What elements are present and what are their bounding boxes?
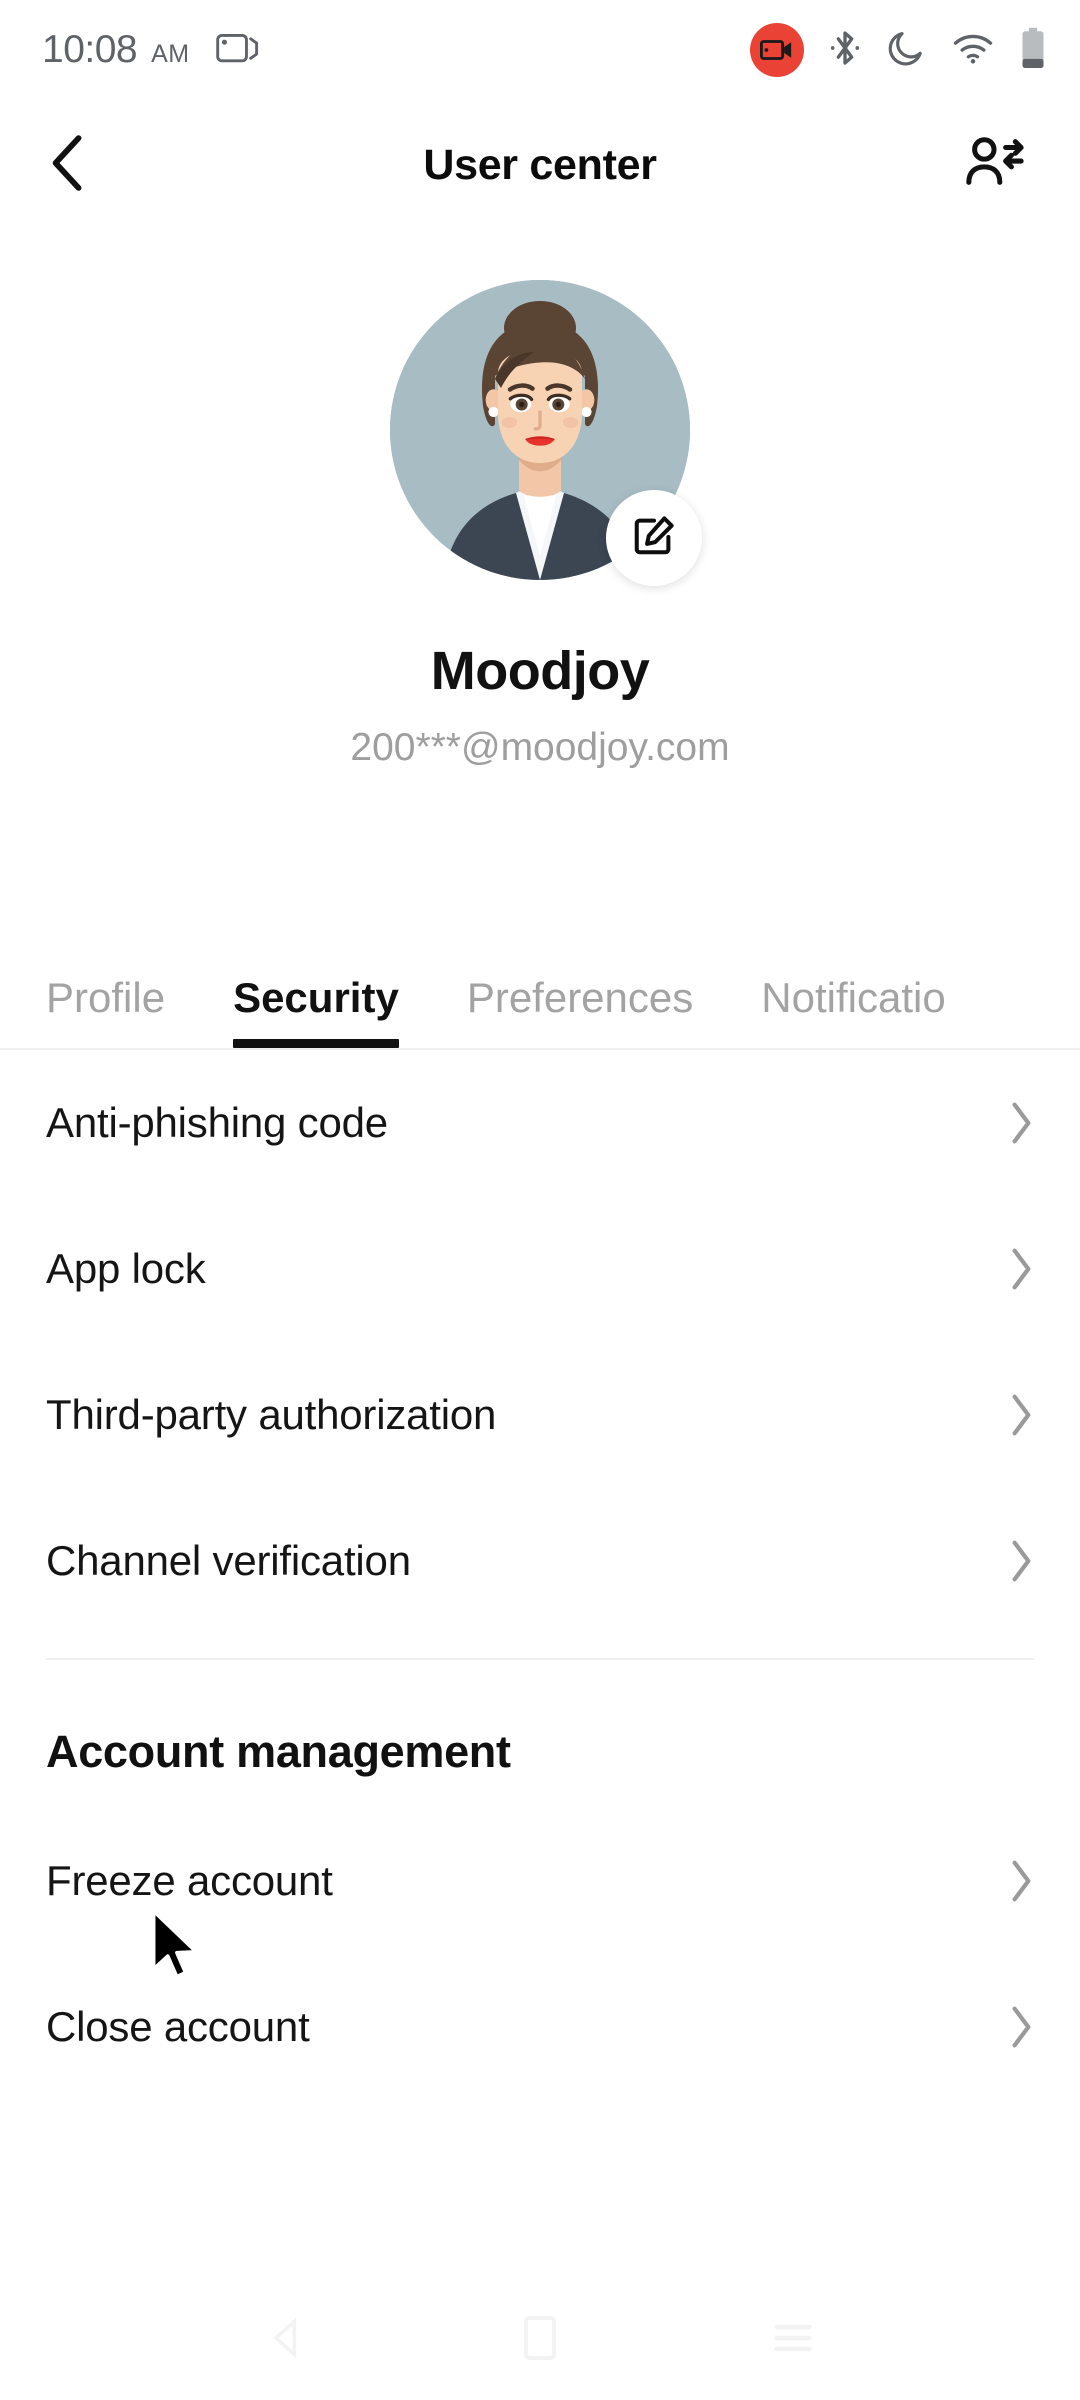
avatar-container — [390, 280, 702, 586]
section-title-account-management: Account management — [46, 1726, 511, 1777]
list-item-label: Freeze account — [46, 1857, 333, 1904]
phone-screen: 10:08 AM User center Moodjoy 200***@mood… — [0, 0, 1080, 2400]
chevron-right-icon — [1008, 1393, 1034, 1437]
list-item-third-party-authorization[interactable]: Third-party authorization — [0, 1342, 1080, 1488]
user-name: Moodjoy — [430, 641, 650, 701]
status-bar-right — [750, 23, 1046, 77]
tab-notifications[interactable]: Notificatio — [761, 974, 945, 1048]
user-email: 200***@moodjoy.com — [350, 726, 730, 769]
chevron-right-icon — [1008, 1101, 1034, 1145]
wifi-icon — [952, 32, 994, 69]
recents-nav-icon[interactable] — [771, 2318, 815, 2363]
bluetooth-icon — [830, 28, 860, 73]
list-item-label: App lock — [46, 1245, 206, 1292]
back-nav-icon[interactable] — [265, 2316, 309, 2365]
list-item-label: Channel verification — [46, 1537, 411, 1584]
status-bar: 10:08 AM — [0, 0, 1080, 100]
chevron-right-icon — [1008, 1247, 1034, 1291]
page-title: User center — [423, 140, 657, 189]
edit-pencil-icon — [631, 513, 677, 564]
switch-account-icon — [963, 132, 1025, 199]
status-ampm: AM — [151, 40, 190, 68]
list-item-channel-verification[interactable]: Channel verification — [0, 1488, 1080, 1634]
profile-header: Moodjoy 200***@moodjoy.com — [0, 280, 1080, 770]
cast-screen-icon — [215, 32, 260, 66]
status-time: 10:08 — [42, 28, 138, 71]
battery-icon — [1020, 27, 1046, 74]
list-item-label: Close account — [46, 2003, 310, 2050]
mouse-cursor — [150, 1908, 208, 1991]
list-item-app-lock[interactable]: App lock — [0, 1196, 1080, 1342]
list-item-label: Third-party authorization — [46, 1391, 497, 1438]
tab-profile[interactable]: Profile — [46, 974, 165, 1048]
chevron-right-icon — [1008, 1859, 1034, 1903]
status-bar-left: 10:08 AM — [42, 28, 260, 72]
chevron-right-icon — [1008, 2005, 1034, 2049]
tab-preferences[interactable]: Preferences — [467, 974, 693, 1048]
list-item-label: Anti-phishing code — [46, 1099, 388, 1146]
android-nav-bar — [0, 2280, 1080, 2400]
screen-record-icon — [750, 23, 804, 77]
edit-avatar-button[interactable] — [606, 490, 702, 586]
tab-bar: Profile Security Preferences Notificatio — [0, 900, 1080, 1050]
do-not-disturb-icon — [886, 28, 926, 73]
list-item-anti-phishing-code[interactable]: Anti-phishing code — [0, 1050, 1080, 1196]
tab-security[interactable]: Security — [233, 974, 399, 1048]
chevron-right-icon — [1008, 1539, 1034, 1583]
switch-account-button[interactable] — [954, 125, 1034, 205]
app-bar: User center — [0, 110, 1080, 220]
home-nav-icon[interactable] — [520, 2314, 560, 2367]
